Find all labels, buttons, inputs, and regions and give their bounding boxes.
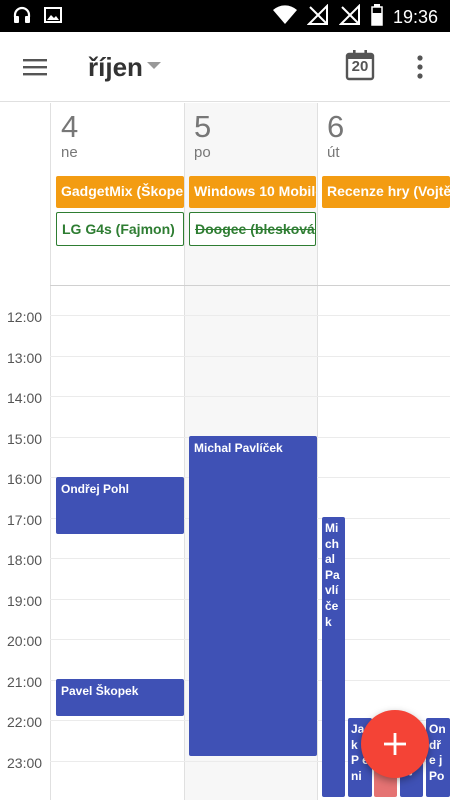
hour-label: 16:00: [7, 471, 43, 487]
all-day-event[interactable]: Doogee (blesková: [189, 212, 316, 246]
hour-label: 22:00: [7, 714, 43, 730]
chevron-down-icon[interactable]: [147, 62, 161, 69]
headphones-icon: [12, 5, 32, 30]
calendar-event[interactable]: On dře j Po: [426, 718, 450, 797]
no-signal-icon: [306, 3, 329, 31]
calendar-event[interactable]: Michal Pavlíček: [189, 436, 317, 756]
image-icon: [44, 6, 62, 29]
hour-label: 19:00: [7, 593, 43, 609]
status-time: 19:36: [392, 7, 438, 27]
hour-label: 18:00: [7, 552, 43, 568]
column-divider: [50, 103, 51, 800]
all-day-event[interactable]: Recenze hry (Vojtěch: [322, 176, 450, 208]
hour-label: 14:00: [7, 390, 43, 406]
wifi-icon: [272, 5, 297, 30]
all-day-divider: [50, 285, 450, 286]
hour-label: 17:00: [7, 512, 43, 528]
more-options-button[interactable]: [410, 52, 430, 82]
day-name: ne: [61, 144, 78, 161]
day-number: 4: [61, 109, 79, 144]
hour-line: [50, 356, 450, 357]
day-name: út: [327, 144, 340, 161]
hour-line: [50, 396, 450, 397]
menu-button[interactable]: [20, 52, 50, 82]
today-number: 20: [351, 58, 369, 75]
hour-line: [50, 315, 450, 316]
today-button[interactable]: 20: [345, 49, 375, 81]
day-number: 6: [327, 109, 345, 144]
battery-icon: [371, 4, 383, 31]
hour-label: 13:00: [7, 350, 43, 366]
column-divider: [184, 103, 185, 800]
add-event-button[interactable]: [361, 710, 429, 778]
hour-label: 12:00: [7, 309, 43, 325]
day-name: po: [194, 144, 211, 161]
day-number: 5: [194, 109, 212, 144]
status-bar: 19:36: [0, 0, 450, 32]
hour-label: 20:00: [7, 633, 43, 649]
all-day-event[interactable]: LG G4s (Fajmon): [56, 212, 184, 246]
calendar-event[interactable]: Pavel Škopek: [56, 679, 184, 716]
hour-label: 23:00: [7, 755, 43, 771]
column-divider: [317, 103, 318, 800]
menu-icon: [23, 59, 47, 76]
plus-icon: [384, 733, 406, 755]
hour-label: 21:00: [7, 674, 43, 690]
no-signal-icon: [338, 3, 361, 31]
calendar-event[interactable]: Michal Pavlíček: [322, 517, 345, 797]
day-header[interactable]: 6 út: [327, 111, 344, 161]
all-day-event[interactable]: Windows 10 Mobile: [189, 176, 316, 208]
day-header[interactable]: 5 po: [194, 111, 211, 161]
all-day-event[interactable]: GadgetMix (Škopek): [56, 176, 184, 208]
more-vert-icon: [417, 55, 423, 79]
hour-label: 15:00: [7, 431, 43, 447]
app-bar: říjen 20: [0, 32, 450, 102]
day-header[interactable]: 4 ne: [61, 111, 78, 161]
calendar-event[interactable]: Ondřej Pohl: [56, 477, 184, 534]
calendar-grid: 4 ne 5 po 6 út GadgetMix (Škopek) LG G4s…: [0, 103, 450, 800]
month-title[interactable]: říjen: [88, 52, 143, 83]
